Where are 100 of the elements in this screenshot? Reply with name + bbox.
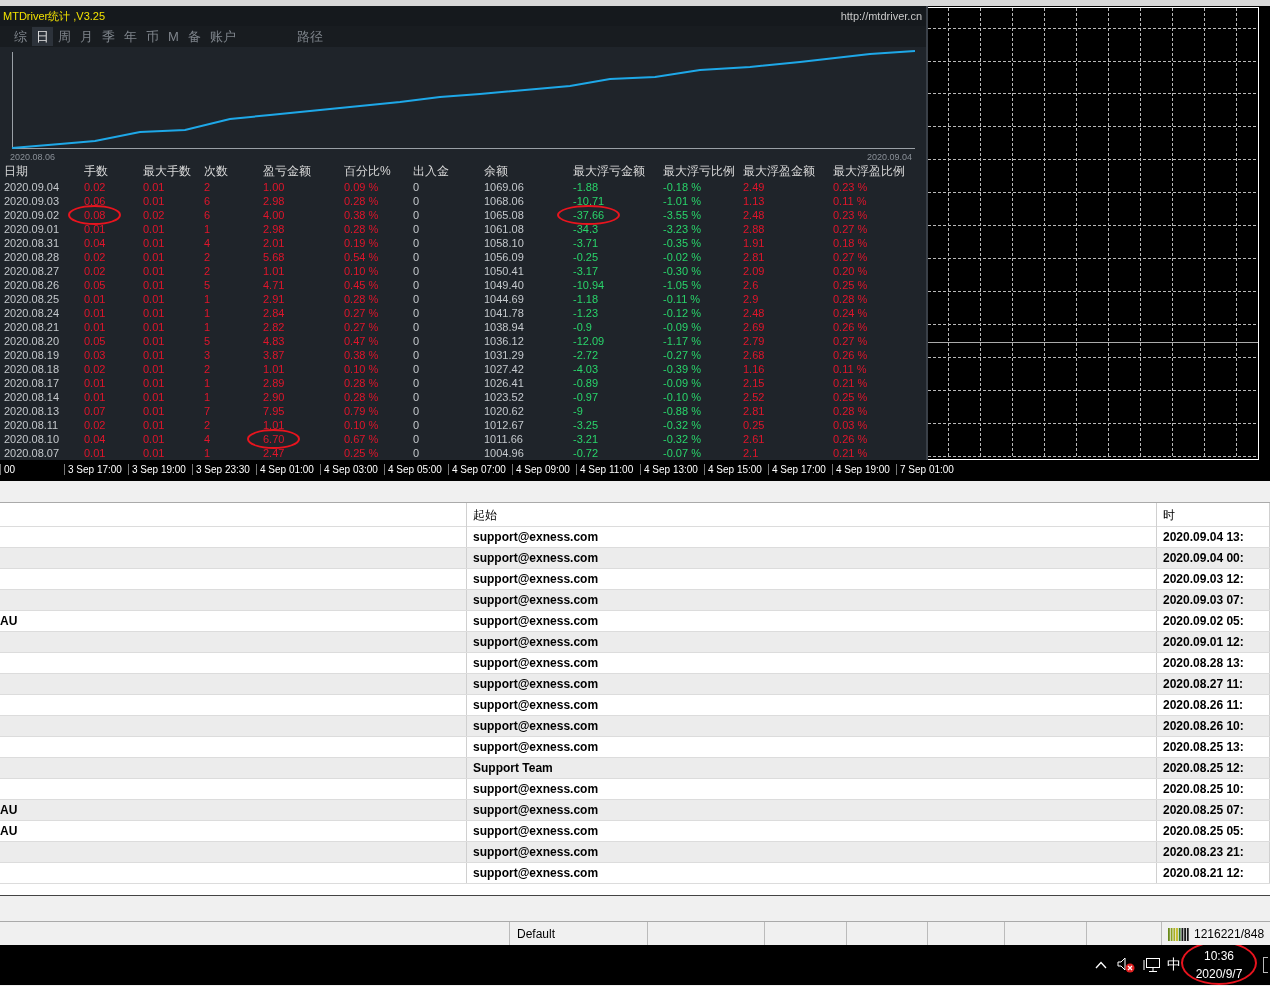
table-cell-text: 4 — [204, 236, 212, 250]
table-cell-text: 2020.08.20 — [4, 334, 61, 348]
period-tab[interactable]: 周 — [54, 27, 75, 46]
period-tab[interactable]: M — [164, 27, 183, 46]
table-cell-text: 0.06 — [84, 194, 107, 208]
table-cell-text: 2020.08.24 — [4, 306, 61, 320]
table-cell-text: 0 — [413, 208, 421, 222]
table-cell-text: 0 — [413, 180, 421, 194]
table-cell-text: 0 — [413, 292, 421, 306]
table-cell-text: 0.01 — [143, 348, 166, 362]
time-label: 4 Sep 19:00 — [832, 463, 896, 475]
table-cell-text: -1.88 — [573, 180, 600, 194]
date-cell: 2020.08.25 05: — [1157, 821, 1270, 841]
period-tab[interactable]: 季 — [98, 27, 119, 46]
period-tab[interactable]: 日 — [32, 27, 53, 46]
table-cell-text: 0.01 — [143, 446, 166, 460]
period-tab[interactable]: 综 — [10, 27, 31, 46]
table-cell-text: 2 — [204, 264, 212, 278]
table-cell-text: -0.32 % — [663, 418, 702, 432]
table-cell-text: 1058.10 — [484, 236, 525, 250]
table-cell-text: 0.05 — [84, 334, 107, 348]
table-cell-text: 0.25 % — [833, 278, 869, 292]
table-cell-text: 0.24 % — [833, 306, 869, 320]
table-cell-text: 1069.06 — [484, 180, 525, 194]
speaker-muted-icon[interactable] — [1117, 957, 1135, 973]
table-cell-text: 0.23 % — [833, 208, 869, 222]
column-header: 最大浮亏比例 — [663, 163, 736, 180]
table-cell-text: 0.01 — [143, 236, 166, 250]
table-cell-text: 1027.42 — [484, 362, 525, 376]
table-cell-text: 3 — [204, 348, 212, 362]
column-header: 手数 — [84, 163, 109, 180]
table-cell-text: 1041.78 — [484, 306, 525, 320]
table-cell-text: 0.01 — [143, 264, 166, 278]
table-cell-text: 0.01 — [84, 306, 107, 320]
table-cell-text: -0.72 — [573, 446, 600, 460]
table-cell-text: 2.84 — [263, 306, 286, 320]
period-tab[interactable]: 年 — [120, 27, 141, 46]
date-cell: 2020.08.27 11: — [1157, 674, 1270, 694]
table-cell-text: 1.01 — [263, 264, 286, 278]
table-cell-text: 0.03 — [84, 348, 107, 362]
table-cell-text: 1050.41 — [484, 264, 525, 278]
table-cell-text: 0.01 — [143, 222, 166, 236]
table-cell-text: 0.02 — [84, 180, 107, 194]
table-cell-text: 0 — [413, 194, 421, 208]
table-cell-text: -3.71 — [573, 236, 600, 250]
table-cell-text: 1061.08 — [484, 222, 525, 236]
table-cell-text: 2.1 — [743, 446, 760, 460]
table-cell-text: 0.01 — [143, 292, 166, 306]
input-method-indicator[interactable]: 中 — [1167, 956, 1181, 974]
table-cell-text: 0.25 % — [833, 390, 869, 404]
network-monitor-icon[interactable] — [1143, 957, 1161, 973]
clock[interactable]: 10:36 2020/9/7 — [1189, 947, 1249, 983]
table-cell-text: 2.89 — [263, 376, 286, 390]
table-cell-text: 0.28 % — [833, 292, 869, 306]
table-cell-text: -3.17 — [573, 264, 600, 278]
table-cell-text: 0.01 — [143, 250, 166, 264]
sender-cell: support@exness.com — [467, 548, 1157, 568]
table-cell: 0.08 — [84, 208, 106, 222]
caret-up-icon[interactable] — [1095, 961, 1107, 969]
table-cell-text: 0.27 % — [833, 334, 869, 348]
time-label: 4 Sep 07:00 — [448, 463, 512, 475]
table-cell-text: 0.01 — [84, 292, 107, 306]
period-tab[interactable]: 月 — [76, 27, 97, 46]
period-tab[interactable]: 账户 — [205, 27, 240, 46]
website-link[interactable]: http://mtdriver.cn — [840, 10, 922, 22]
table-cell-text: 0.01 — [143, 376, 166, 390]
period-tab[interactable]: 备 — [183, 27, 205, 46]
period-tab[interactable]: 路径 — [292, 27, 327, 46]
table-cell-text: 7.95 — [263, 404, 286, 418]
table-cell-text: 0.10 % — [344, 362, 380, 376]
table-cell-text: -0.09 % — [663, 320, 702, 334]
table-cell-text: -3.21 — [573, 432, 600, 446]
table-cell-text: 1 — [204, 376, 212, 390]
table-cell-text: 1.13 — [743, 194, 766, 208]
table-cell-text: 2.81 — [743, 404, 766, 418]
table-cell-text: 1023.52 — [484, 390, 525, 404]
table-cell-text: 0.27 % — [344, 306, 380, 320]
time-label: 3 Sep 23:30 — [192, 463, 256, 475]
connection-status: 1216221/848 — [1194, 926, 1265, 941]
table-cell-text: -9 — [573, 404, 584, 418]
table-cell-text: 0.21 % — [833, 376, 869, 390]
chart-start-date: 2020.08.06 — [10, 152, 56, 162]
table-cell-text: 0.11 % — [833, 194, 868, 208]
table-cell-text: 0.04 — [84, 432, 107, 446]
table-cell-text: 2.88 — [743, 222, 766, 236]
period-tab[interactable]: 币 — [142, 27, 163, 46]
table-cell-text: 3.87 — [263, 348, 286, 362]
table-cell-text: 2020.08.31 — [4, 236, 61, 250]
table-cell-text: 1036.12 — [484, 334, 525, 348]
table-cell-text: 2.61 — [743, 432, 766, 446]
column-header: 最大浮盈比例 — [833, 163, 906, 180]
sender-cell: support@exness.com — [467, 590, 1157, 610]
table-cell-text: 2 — [204, 180, 212, 194]
table-cell-text: -1.17 % — [663, 334, 702, 348]
table-cell-text: -4.03 — [573, 362, 600, 376]
table-cell-text: 0.20 % — [833, 264, 869, 278]
table-cell-text: 2.47 — [263, 446, 286, 460]
table-cell-text: -0.02 % — [663, 250, 702, 264]
show-desktop-button[interactable] — [1263, 957, 1268, 973]
table-cell-text: -0.27 % — [663, 348, 702, 362]
